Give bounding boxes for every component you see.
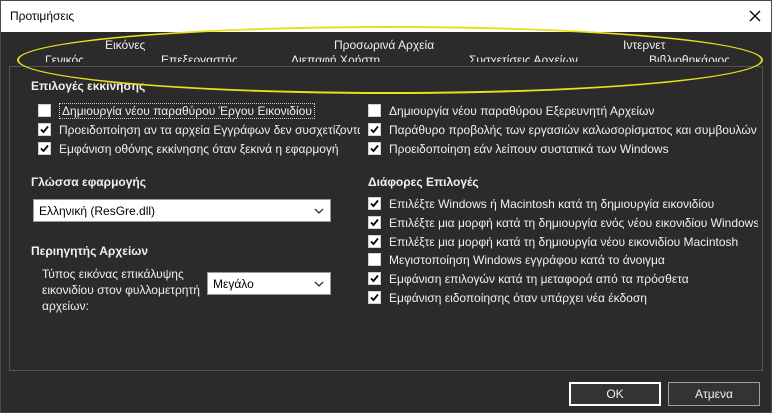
language-select[interactable]: Ελληνική (ResGre.dll): [33, 199, 331, 222]
close-icon[interactable]: [743, 4, 767, 28]
tab-librarian[interactable]: Βιβλιοθηκάριος: [649, 53, 730, 62]
misc-option-checkbox[interactable]: Επιλέξτε Windows ή Macintosh κατά τη δημ…: [368, 195, 758, 212]
checkbox-label: Επιλέξτε μια μορφή κατά τη δημιουργία νέ…: [389, 234, 739, 249]
checkbox-box[interactable]: [38, 123, 51, 136]
misc-option-checkbox[interactable]: Επιλέξτε μια μορφή κατά τη δημιουργία εν…: [368, 214, 758, 231]
overlay-type-label: Τύπος εικόνας επικάλυψης εικονιδίου στον…: [42, 267, 200, 313]
ok-button[interactable]: OK: [569, 382, 661, 406]
checkbox-box[interactable]: [368, 142, 381, 155]
overlay-type-value: Μεγάλο: [213, 276, 254, 291]
chevron-down-icon: [314, 208, 324, 214]
checkbox-label: Δημιουργία νέου παραθύρου Εξερευνητή Αρχ…: [389, 103, 655, 118]
checkbox-box[interactable]: [368, 272, 381, 285]
show-splash-screen-checkbox[interactable]: Εμφάνιση οθόνης εκκίνησης όταν ξεκινά η …: [38, 140, 360, 157]
chevron-down-icon: [314, 281, 324, 287]
misc-option-checkbox[interactable]: Εμφάνιση ειδοποίησης όταν υπάρχει νέα έκ…: [368, 289, 758, 306]
checkbox-label: Προειδοποίηση αν τα αρχεία Εγγράφων δεν …: [59, 122, 360, 137]
checkbox-label: Επιλέξτε μια μορφή κατά τη δημιουργία εν…: [389, 215, 758, 230]
app-language-title: Γλώσσα εφαρμογής: [31, 175, 147, 189]
startup-options-title: Επιλογές εκκίνησης: [31, 79, 146, 93]
tab-user-interface[interactable]: Διεπαφή Χρήστη: [291, 53, 380, 62]
window-title: Προτιμήσεις: [10, 9, 75, 23]
preferences-dialog: Προτιμήσεις Εικόνες Προσωρινά Αρχεία Ιντ…: [0, 0, 772, 413]
file-explorer-title: Περιηγητής Αρχείων: [31, 244, 149, 258]
language-select-value: Ελληνική (ResGre.dll): [39, 203, 156, 218]
warn-document-association-checkbox[interactable]: Προειδοποίηση αν τα αρχεία Εγγράφων δεν …: [38, 121, 360, 138]
misc-options-title: Διάφορες Επιλογές: [368, 175, 479, 189]
general-tab-panel: Επιλογές εκκίνησης Δημιουργία νέου παραθ…: [9, 66, 763, 371]
checkbox-label: Παράθυρο προβολής των εργασιών καλωσορίσ…: [389, 122, 757, 137]
cancel-button[interactable]: Ατμενα: [668, 382, 760, 406]
tab-temp-files[interactable]: Προσωρινά Αρχεία: [334, 38, 434, 52]
checkbox-label: Προειδοποίηση εάν λείπουν συστατικά των …: [389, 141, 669, 156]
title-bar: Προτιμήσεις: [1, 1, 771, 32]
checkbox-box[interactable]: [38, 104, 51, 117]
misc-option-checkbox[interactable]: Εμφάνιση επιλογών κατά τη μεταφορά από τ…: [368, 270, 758, 287]
checkbox-label: Εμφάνιση επιλογών κατά τη μεταφορά από τ…: [389, 271, 689, 286]
checkbox-box[interactable]: [368, 216, 381, 229]
tab-images[interactable]: Εικόνες: [105, 38, 145, 52]
checkbox-box[interactable]: [368, 253, 381, 266]
overlay-type-select[interactable]: Μεγάλο: [207, 272, 331, 295]
checkbox-label: Μεγιστοποίηση Windows εγγράφου κατά το ά…: [389, 252, 665, 267]
checkbox-box[interactable]: [368, 123, 381, 136]
checkbox-label: Δημιουργία νέου παραθύρου Έργου Εικονιδί…: [59, 102, 315, 119]
tab-editor[interactable]: Επεξεργαστής: [161, 53, 238, 62]
new-file-explorer-window-checkbox[interactable]: Δημιουργία νέου παραθύρου Εξερευνητή Αρχ…: [368, 102, 758, 119]
checkbox-box[interactable]: [368, 235, 381, 248]
checkbox-box[interactable]: [368, 104, 381, 117]
tab-file-associations[interactable]: Συσχετίσεις Αρχείων: [469, 53, 578, 62]
checkbox-label: Επιλέξτε Windows ή Macintosh κατά τη δημ…: [389, 196, 715, 211]
checkbox-label: Εμφάνιση οθόνης εκκίνησης όταν ξεκινά η …: [59, 141, 339, 156]
checkbox-box[interactable]: [368, 197, 381, 210]
warn-missing-windows-components-checkbox[interactable]: Προειδοποίηση εάν λείπουν συστατικά των …: [368, 140, 758, 157]
tab-general[interactable]: Γενικός: [45, 53, 84, 62]
tab-strip: Εικόνες Προσωρινά Αρχεία Ιντερνετ Γενικό…: [1, 32, 771, 66]
misc-option-checkbox[interactable]: Μεγιστοποίηση Windows εγγράφου κατά το ά…: [368, 251, 758, 268]
welcome-tasks-window-checkbox[interactable]: Παράθυρο προβολής των εργασιών καλωσορίσ…: [368, 121, 758, 138]
tab-internet[interactable]: Ιντερνετ: [623, 38, 665, 52]
new-icon-project-window-checkbox[interactable]: Δημιουργία νέου παραθύρου Έργου Εικονιδί…: [38, 102, 338, 119]
misc-option-checkbox[interactable]: Επιλέξτε μια μορφή κατά τη δημιουργία νέ…: [368, 233, 758, 250]
checkbox-label: Εμφάνιση ειδοποίησης όταν υπάρχει νέα έκ…: [389, 290, 647, 305]
checkbox-box[interactable]: [368, 291, 381, 304]
checkbox-box[interactable]: [38, 142, 51, 155]
